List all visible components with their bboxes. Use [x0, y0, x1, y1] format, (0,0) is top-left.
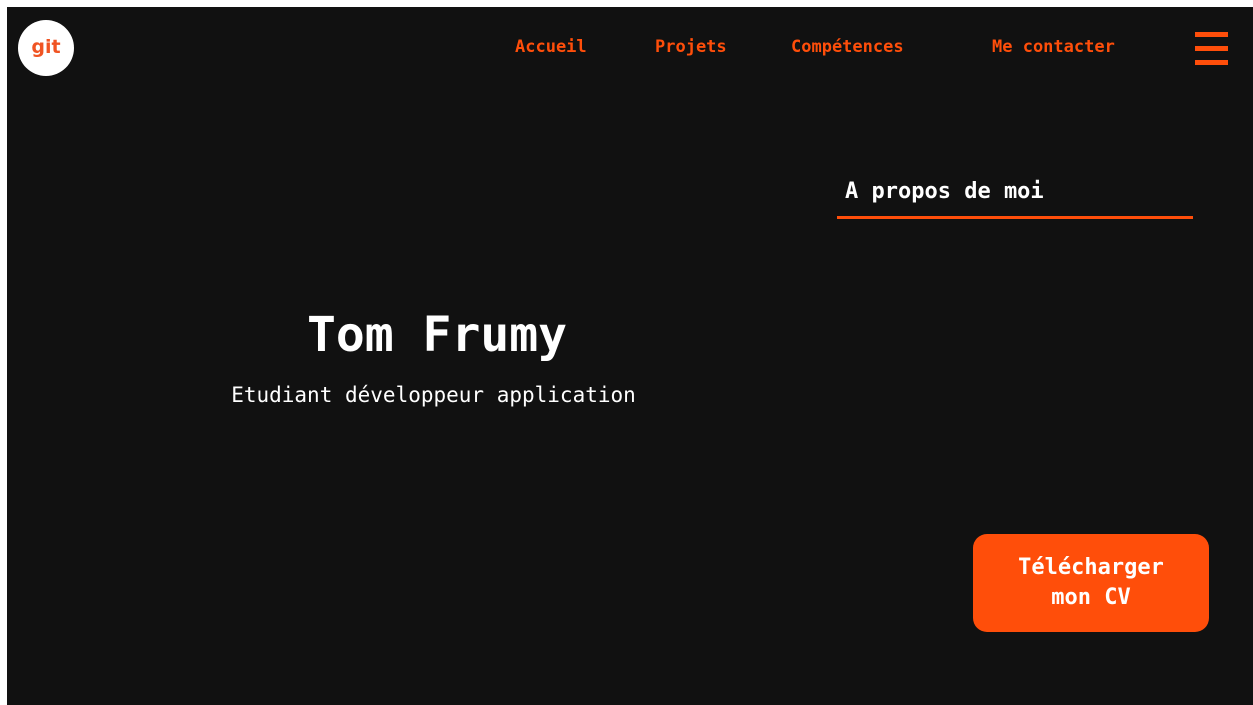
logo-text: git: [31, 35, 61, 58]
nav-link-competences[interactable]: Compétences: [791, 37, 904, 57]
about-section-title[interactable]: A propos de moi: [845, 179, 1044, 204]
download-cv-button-line2: mon CV: [1051, 585, 1131, 610]
nav-link-projets[interactable]: Projets: [655, 37, 727, 57]
hero-subtitle: Etudiant développeur application: [231, 383, 636, 407]
hamburger-menu-icon[interactable]: [1195, 32, 1228, 66]
nav-link-contact[interactable]: Me contacter: [992, 37, 1115, 57]
download-cv-button-line1: Télécharger: [1018, 555, 1164, 580]
git-logo-link[interactable]: git: [18, 20, 74, 76]
nav-link-accueil[interactable]: Accueil: [515, 37, 587, 57]
download-cv-button[interactable]: Télécharger mon CV: [973, 534, 1209, 632]
page: git Accueil Projets Compétences Me conta…: [7, 7, 1253, 705]
hero-name: Tom Frumy: [306, 307, 568, 363]
about-title-underline: [837, 216, 1193, 219]
